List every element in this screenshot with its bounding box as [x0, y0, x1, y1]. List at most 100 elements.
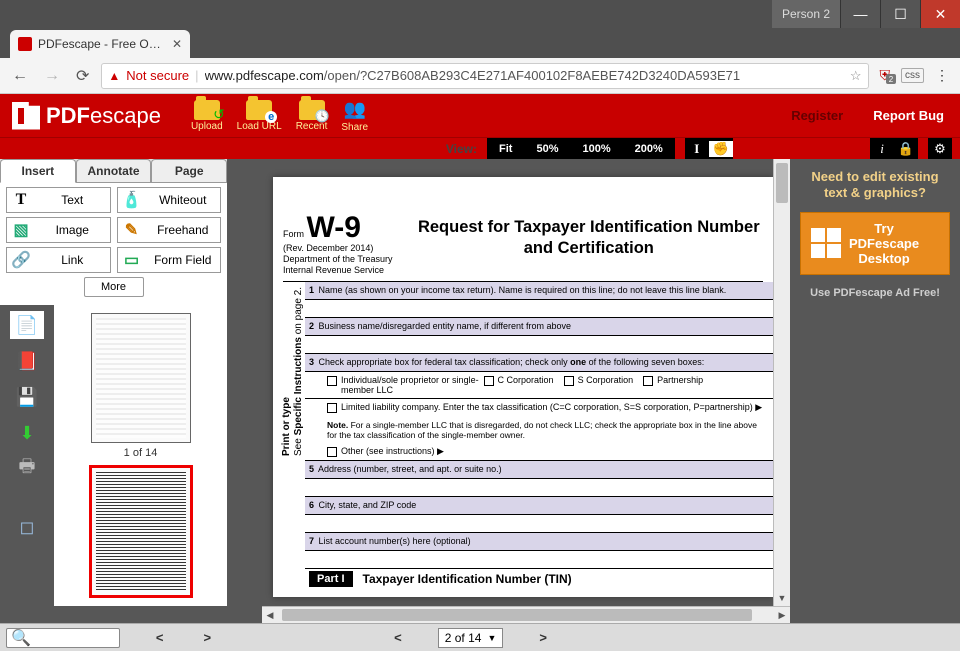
css-extension-icon[interactable]: css — [901, 68, 924, 83]
tab-favicon-icon — [18, 37, 32, 51]
margin-instructions: Print or type See Specific Instructions … — [281, 287, 305, 456]
thumbnail-caption: 1 of 14 — [124, 447, 158, 459]
ad-free-link[interactable]: Use PDFescape Ad Free! — [810, 287, 940, 299]
scroll-thumb[interactable] — [776, 163, 788, 203]
main-area: Insert Annotate Page TText 🧴Whiteout ▧Im… — [0, 159, 960, 606]
load-url-button[interactable]: e Load URL — [237, 100, 282, 132]
left-panel: Insert Annotate Page TText 🧴Whiteout ▧Im… — [0, 159, 227, 606]
tab-insert[interactable]: Insert — [0, 159, 76, 183]
window-maximize-button[interactable]: ☐ — [880, 0, 920, 28]
folder-upload-icon: ↺ — [194, 100, 220, 120]
hscroll-thumb[interactable] — [282, 609, 752, 621]
folder-url-icon: e — [246, 100, 272, 120]
thumb-prev-button[interactable]: < — [150, 630, 170, 645]
checkbox-individual[interactable] — [327, 376, 337, 386]
browser-menu-icon[interactable]: ⋮ — [932, 67, 952, 84]
info-icon[interactable]: i — [870, 141, 894, 157]
form-title: Request for Taxpayer Identification Numb… — [405, 213, 773, 258]
pdf-page[interactable]: Print or type See Specific Instructions … — [273, 177, 773, 597]
settings-gear-icon[interactable]: ⚙ — [928, 141, 952, 157]
register-link[interactable]: Register — [791, 108, 843, 123]
field-name: 1 Name (as shown on your income tax retu… — [305, 282, 773, 300]
text-cursor-tool-icon[interactable]: I — [685, 141, 709, 157]
reload-button[interactable]: ⟳ — [72, 64, 93, 88]
tool-freehand-button[interactable]: ✎Freehand — [117, 217, 222, 243]
checkbox-other[interactable] — [327, 447, 337, 457]
forward-button[interactable]: → — [40, 65, 64, 87]
tool-image-button[interactable]: ▧Image — [6, 217, 111, 243]
side-print-icon[interactable]: 🖶 — [10, 455, 44, 483]
link-icon: 🔗 — [11, 250, 31, 270]
upload-button[interactable]: ↺ Upload — [191, 100, 223, 132]
hand-tool-icon[interactable]: ✊ — [709, 141, 733, 157]
dropdown-arrow-icon: ▼ — [487, 633, 496, 643]
url-text: www.pdfescape.com/open/?C27B608AB293C4E2… — [205, 68, 844, 83]
checkbox-ccorp[interactable] — [484, 376, 494, 386]
page-thumbnails: 1 of 14 — [54, 305, 227, 606]
side-pages-icon[interactable]: 📄 — [10, 311, 44, 339]
whiteout-icon: 🧴 — [122, 190, 142, 210]
text-icon: T — [11, 190, 31, 210]
tab-title: PDFescape - Free Online — [38, 37, 166, 51]
pencil-icon: ✎ — [122, 220, 142, 240]
tab-annotate[interactable]: Annotate — [76, 159, 152, 183]
zoom-50-button[interactable]: 50% — [524, 138, 570, 159]
page-next-button[interactable]: > — [533, 630, 553, 645]
page-selector[interactable]: 2 of 14 ▼ — [438, 628, 504, 648]
side-window-icon[interactable]: ◻ — [10, 513, 44, 541]
tool-whiteout-button[interactable]: 🧴Whiteout — [117, 187, 222, 213]
view-toolbar: View: Fit 50% 100% 200% I ✊ i 🔒 ⚙ — [0, 137, 960, 159]
checkbox-scorp[interactable] — [564, 376, 574, 386]
security-status: Not secure — [126, 68, 189, 83]
side-save-icon[interactable]: 💾 — [10, 383, 44, 411]
browser-tab[interactable]: PDFescape - Free Online ✕ — [10, 30, 190, 58]
window-close-button[interactable]: ✕ — [920, 0, 960, 28]
side-download-icon[interactable]: ⬇ — [10, 419, 44, 447]
recent-button[interactable]: 🕓 Recent — [296, 100, 328, 132]
logo-icon — [12, 102, 40, 130]
zoom-100-button[interactable]: 100% — [570, 138, 622, 159]
tool-formfield-button[interactable]: ▭Form Field — [117, 247, 222, 273]
horizontal-scrollbar[interactable]: ◀ ▶ — [262, 606, 790, 623]
hscroll-left-arrow-icon[interactable]: ◀ — [262, 607, 278, 623]
page-prev-button[interactable]: < — [388, 630, 408, 645]
lock-icon[interactable]: 🔒 — [894, 141, 918, 157]
tool-link-button[interactable]: 🔗Link — [6, 247, 111, 273]
ublock-extension-icon[interactable]: ⛨2 — [877, 67, 894, 84]
pdfescape-logo[interactable]: PDFescape — [0, 102, 173, 130]
thumbnail-page-1[interactable] — [91, 313, 191, 443]
tab-page[interactable]: Page — [151, 159, 227, 183]
warning-icon: ▲ — [108, 69, 120, 83]
share-button[interactable]: 👥 Share — [341, 99, 368, 133]
side-pdf-icon[interactable]: 📕 — [10, 347, 44, 375]
thumbnail-page-2[interactable] — [91, 467, 191, 597]
more-tools-button[interactable]: More — [84, 277, 144, 297]
side-toolbar: 📄 📕 💾 ⬇ 🖶 ◻ — [0, 305, 54, 606]
search-box[interactable]: 🔍 — [6, 628, 120, 648]
back-button[interactable]: ← — [8, 65, 32, 87]
try-desktop-button[interactable]: TryPDFescapeDesktop — [800, 212, 950, 275]
vertical-scrollbar[interactable]: ▲ ▼ — [773, 159, 790, 606]
form-field-icon: ▭ — [122, 250, 142, 270]
document-viewer: Print or type See Specific Instructions … — [227, 159, 790, 606]
tool-text-button[interactable]: TText — [6, 187, 111, 213]
checkbox-partnership[interactable] — [643, 376, 653, 386]
chrome-profile-badge[interactable]: Person 2 — [772, 0, 840, 28]
address-bar[interactable]: ▲ Not secure | www.pdfescape.com/open/?C… — [101, 63, 868, 89]
zoom-fit-button[interactable]: Fit — [487, 138, 524, 159]
hscroll-right-arrow-icon[interactable]: ▶ — [774, 607, 790, 623]
field-address: 5 Address (number, street, and apt. or s… — [305, 461, 773, 479]
right-promo-panel: Need to edit existingtext & graphics? Tr… — [790, 159, 960, 606]
window-minimize-button[interactable]: — — [840, 0, 880, 28]
image-icon: ▧ — [11, 220, 31, 240]
folder-recent-icon: 🕓 — [299, 100, 325, 120]
scroll-down-arrow-icon[interactable]: ▼ — [774, 590, 790, 606]
search-input[interactable] — [35, 631, 115, 645]
checkbox-llc[interactable] — [327, 403, 337, 413]
zoom-200-button[interactable]: 200% — [623, 138, 675, 159]
thumb-next-button[interactable]: > — [198, 630, 218, 645]
report-bug-link[interactable]: Report Bug — [873, 108, 944, 123]
hscroll-row: ◀ ▶ — [0, 606, 960, 623]
bookmark-star-icon[interactable]: ☆ — [850, 68, 862, 84]
tab-close-icon[interactable]: ✕ — [172, 37, 182, 51]
